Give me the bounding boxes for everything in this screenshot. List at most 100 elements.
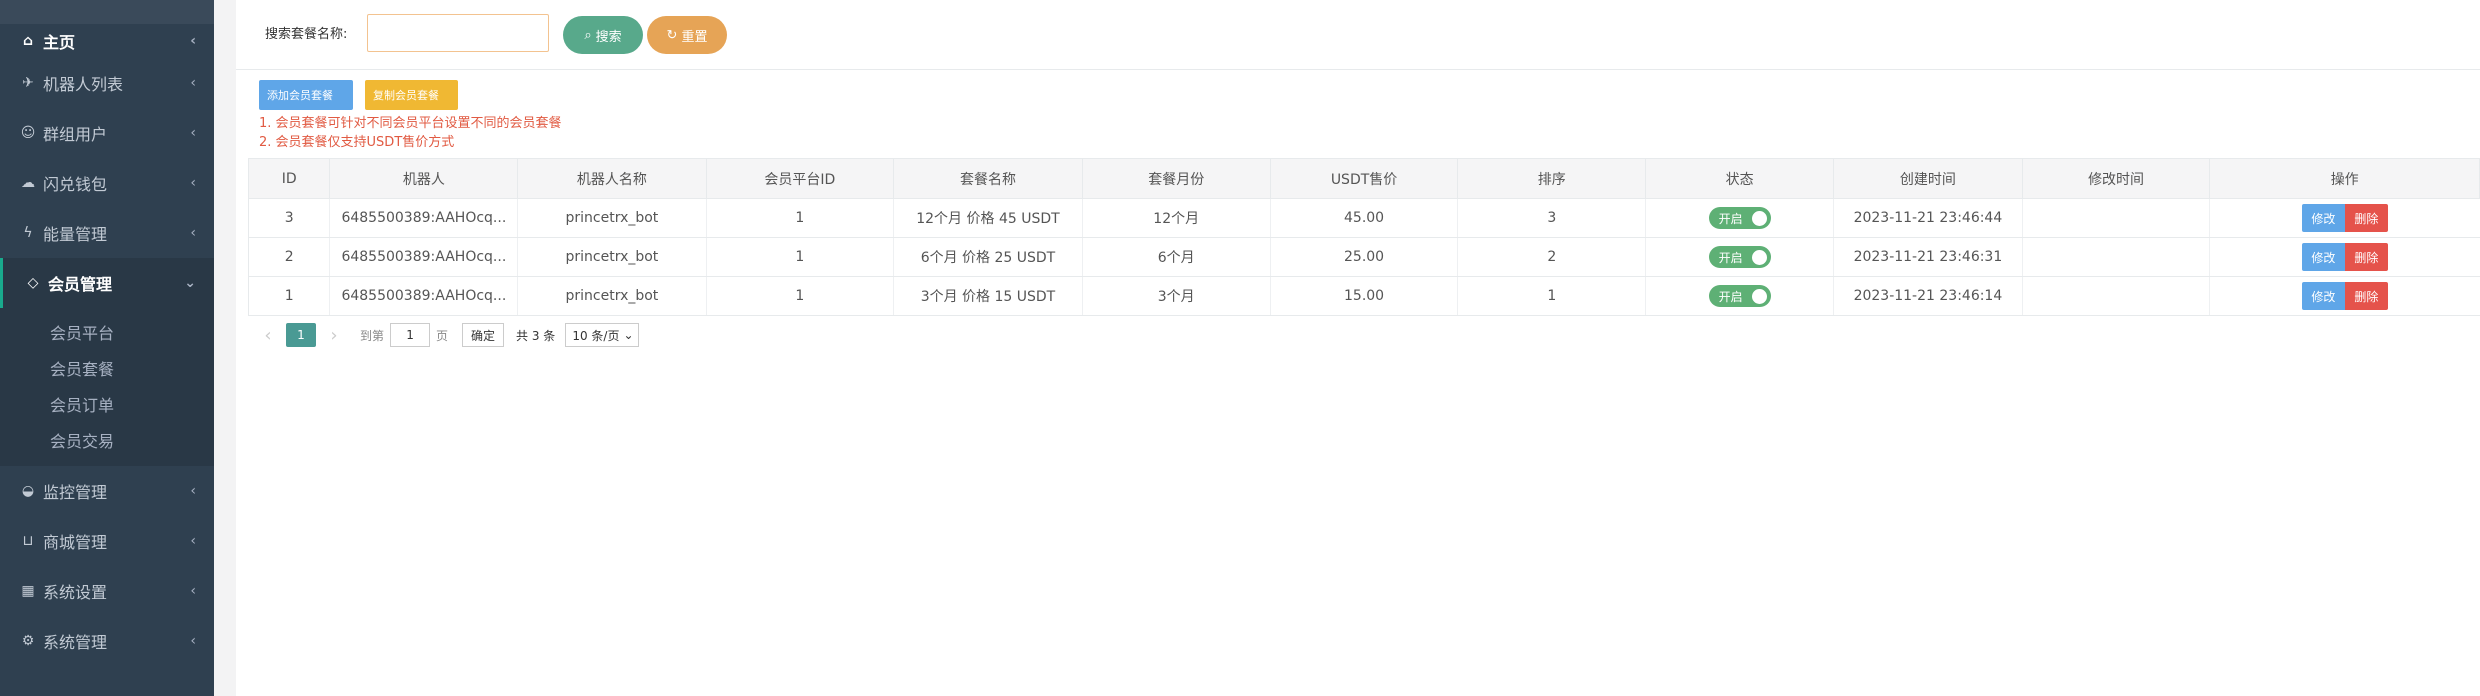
note-text: 1. 会员套餐可针对不同会员平台设置不同的会员套餐 bbox=[259, 116, 562, 131]
cell-sort: 2 bbox=[1457, 237, 1646, 277]
page-size-value: 10 条/页 bbox=[572, 328, 620, 343]
cell-created: 2023-11-21 23:46:31 bbox=[1833, 237, 2023, 277]
app-root: ⌂ 主页 ‹ ✈ 机器人列表 ‹ ☺ 群组用户 ‹ ☁ 闪兑钱包 ‹ ϟ 能量管… bbox=[0, 0, 2480, 696]
page-unit-label: 页 bbox=[436, 328, 449, 343]
column-header-id[interactable]: ID bbox=[247, 158, 331, 199]
sidebar-subitem-member-order[interactable]: 会员订单 bbox=[0, 386, 214, 422]
cell-actions: 修改 删除 bbox=[2209, 276, 2480, 316]
column-header-status[interactable]: 状态 bbox=[1645, 158, 1835, 199]
search-bar: 搜索套餐名称: ⌕ 搜索 ↻ 重置 bbox=[236, 0, 2480, 70]
sidebar-item-member[interactable]: ◇ 会员管理 ⌄ bbox=[0, 258, 214, 308]
sidebar-item-home[interactable]: ⌂ 主页 ‹ bbox=[0, 24, 214, 58]
status-toggle[interactable]: 开启 bbox=[1708, 246, 1771, 268]
chevron-left-icon: ‹ bbox=[190, 33, 196, 49]
sidebar-item-system-admin[interactable]: ⚙ 系统管理 ‹ bbox=[0, 616, 214, 666]
column-header-months[interactable]: 套餐月份 bbox=[1081, 158, 1271, 199]
cell-modified bbox=[2021, 198, 2210, 238]
chevron-down-icon: ⌄ bbox=[184, 275, 196, 291]
table-row[interactable]: 2 6485500389:AAHOcq... princetrx_bot 1 6… bbox=[247, 237, 2480, 277]
sidebar-item-robots[interactable]: ✈ 机器人列表 ‹ bbox=[0, 58, 214, 108]
content-gutter bbox=[214, 0, 236, 696]
cell-sort: 3 bbox=[1457, 198, 1646, 238]
add-package-button[interactable]: 添加会员套餐 bbox=[259, 80, 353, 110]
gear-icon: ⚙ bbox=[21, 633, 35, 649]
edit-button[interactable]: 修改 bbox=[2301, 204, 2345, 232]
cell-platform-id: 1 bbox=[705, 198, 894, 238]
cell-bot: 6485500389:AAHOcq... bbox=[329, 198, 518, 238]
cell-price: 45.00 bbox=[1269, 198, 1458, 238]
sidebar-item-label: 监控管理 bbox=[43, 483, 108, 502]
chevron-down-icon: ⌄ bbox=[623, 328, 634, 342]
goto-label: 到第 bbox=[360, 328, 385, 343]
cell-bot-name: princetrx_bot bbox=[517, 198, 707, 238]
cart-icon: ⊔ bbox=[22, 533, 34, 549]
chevron-left-icon: ‹ bbox=[190, 175, 196, 191]
sidebar-submenu-member: 会员平台 会员套餐 会员订单 会员交易 bbox=[0, 308, 214, 466]
search-button[interactable]: ⌕ 搜索 bbox=[563, 16, 643, 54]
sidebar-subitem-member-platform[interactable]: 会员平台 bbox=[0, 314, 214, 350]
cloud-icon: ☁ bbox=[21, 175, 35, 191]
cell-bot-name: princetrx_bot bbox=[517, 276, 707, 316]
current-page-button[interactable]: 1 bbox=[286, 323, 316, 347]
page-number-input[interactable]: 1 bbox=[390, 323, 431, 347]
column-header-bot[interactable]: 机器人 bbox=[329, 158, 519, 199]
status-toggle[interactable]: 开启 bbox=[1708, 207, 1771, 229]
chevron-left-icon: ‹ bbox=[190, 533, 196, 549]
column-header-sort[interactable]: 排序 bbox=[1457, 158, 1647, 199]
home-icon: ⌂ bbox=[22, 33, 34, 49]
column-header-created[interactable]: 创建时间 bbox=[1833, 158, 2023, 199]
search-input[interactable] bbox=[367, 14, 549, 52]
column-header-package-name[interactable]: 套餐名称 bbox=[893, 158, 1083, 199]
sidebar-item-energy[interactable]: ϟ 能量管理 ‹ bbox=[0, 208, 214, 258]
edit-button[interactable]: 修改 bbox=[2301, 243, 2345, 271]
table-row[interactable]: 3 6485500389:AAHOcq... princetrx_bot 1 1… bbox=[247, 198, 2480, 238]
cell-months: 3个月 bbox=[1081, 276, 1271, 316]
delete-button[interactable]: 删除 bbox=[2344, 243, 2388, 271]
cell-modified bbox=[2021, 237, 2210, 277]
next-page-icon[interactable]: › bbox=[322, 325, 346, 346]
cell-platform-id: 1 bbox=[705, 276, 894, 316]
toggle-knob bbox=[1751, 249, 1767, 265]
table-header-row: ID 机器人 机器人名称 会员平台ID 套餐名称 套餐月份 USDT售价 排序 … bbox=[247, 158, 2480, 199]
toggle-knob bbox=[1751, 210, 1767, 226]
status-toggle[interactable]: 开启 bbox=[1708, 285, 1771, 307]
goto-confirm-button[interactable]: 确定 bbox=[462, 323, 505, 347]
cell-status: 开启 bbox=[1645, 237, 1834, 277]
refresh-icon: ↻ bbox=[666, 27, 678, 42]
cell-created: 2023-11-21 23:46:44 bbox=[1833, 198, 2023, 238]
cell-package-name: 12个月 价格 45 USDT bbox=[893, 198, 1083, 238]
sidebar-item-monitor[interactable]: ◒ 监控管理 ‹ bbox=[0, 466, 214, 516]
sidebar-item-group-users[interactable]: ☺ 群组用户 ‹ bbox=[0, 108, 214, 158]
plane-icon: ✈ bbox=[22, 75, 34, 91]
pagination: ‹ 1 › 到第 1 页 确定 共 3 条 10 条/页 ⌄ bbox=[256, 322, 639, 348]
sidebar-item-flash-wallet[interactable]: ☁ 闪兑钱包 ‹ bbox=[0, 158, 214, 208]
sidebar-top-strip bbox=[0, 0, 214, 24]
sidebar-item-label: 商城管理 bbox=[43, 533, 108, 552]
sidebar-item-system-settings[interactable]: ▦ 系统设置 ‹ bbox=[0, 566, 214, 616]
column-header-bot-name[interactable]: 机器人名称 bbox=[517, 158, 707, 199]
toggle-knob bbox=[1751, 288, 1767, 304]
chevron-left-icon: ‹ bbox=[190, 75, 196, 91]
sidebar-item-shop[interactable]: ⊔ 商城管理 ‹ bbox=[0, 516, 214, 566]
chevron-left-icon: ‹ bbox=[190, 125, 196, 141]
delete-button[interactable]: 删除 bbox=[2344, 204, 2388, 232]
status-toggle-label: 开启 bbox=[1718, 211, 1743, 226]
edit-button[interactable]: 修改 bbox=[2301, 282, 2345, 310]
column-header-platform-id[interactable]: 会员平台ID bbox=[705, 158, 895, 199]
column-header-modified[interactable]: 修改时间 bbox=[2021, 158, 2211, 199]
table-row[interactable]: 1 6485500389:AAHOcq... princetrx_bot 1 3… bbox=[247, 276, 2480, 316]
reset-button[interactable]: ↻ 重置 bbox=[647, 16, 727, 54]
column-header-price[interactable]: USDT售价 bbox=[1269, 158, 1459, 199]
cell-sort: 1 bbox=[1457, 276, 1646, 316]
sidebar-subitem-member-package[interactable]: 会员套餐 bbox=[0, 350, 214, 386]
delete-button[interactable]: 删除 bbox=[2344, 282, 2388, 310]
sidebar-item-label: 闪兑钱包 bbox=[43, 175, 108, 194]
cell-bot: 6485500389:AAHOcq... bbox=[329, 237, 518, 277]
prev-page-icon[interactable]: ‹ bbox=[256, 325, 280, 346]
copy-package-button[interactable]: 复制会员套餐 bbox=[365, 80, 458, 110]
page-size-select[interactable]: 10 条/页 ⌄ bbox=[565, 323, 639, 347]
column-header-actions: 操作 bbox=[2209, 158, 2480, 199]
sidebar-subitem-member-trade[interactable]: 会员交易 bbox=[0, 422, 214, 458]
cell-bot-name: princetrx_bot bbox=[517, 237, 707, 277]
sidebar-item-label: 能量管理 bbox=[43, 225, 108, 244]
